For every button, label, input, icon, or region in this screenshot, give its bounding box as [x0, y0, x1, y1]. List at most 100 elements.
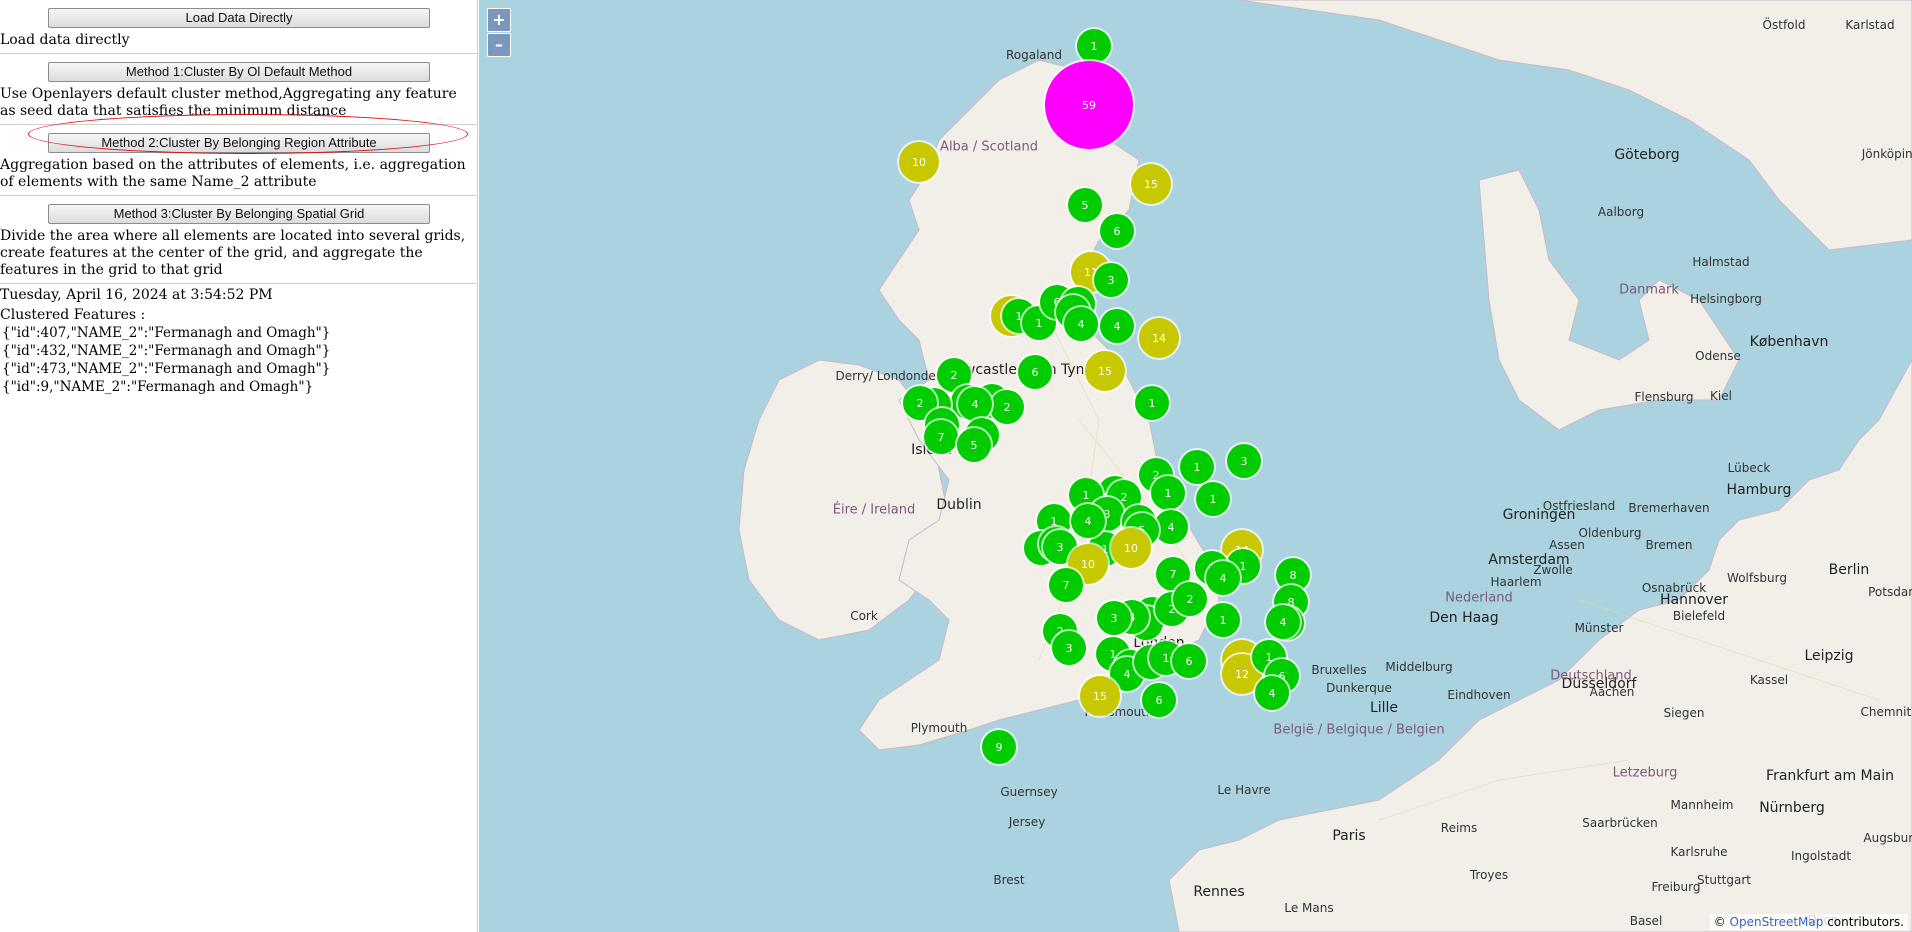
control-panel: Load Data Directly Load data directly Me…	[0, 0, 478, 932]
cluster-marker[interactable]: 6	[1170, 642, 1208, 680]
cluster-count: 1	[1220, 614, 1227, 627]
cluster-marker[interactable]: 1	[1204, 601, 1242, 639]
cluster-count: 1	[1149, 397, 1156, 410]
cluster-marker[interactable]: 2	[1171, 580, 1209, 618]
cluster-marker[interactable]: 6	[1140, 681, 1178, 719]
cluster-marker[interactable]: 7	[1047, 566, 1085, 604]
cluster-marker[interactable]: 4	[1069, 502, 1107, 540]
cluster-marker[interactable]: 15	[1083, 349, 1127, 393]
cluster-count: 10	[1124, 542, 1138, 555]
cluster-count: 9	[996, 741, 1003, 754]
map-attribution: © OpenStreetMap contributors.	[1709, 914, 1908, 930]
cluster-count: 7	[1063, 579, 1070, 592]
cluster-count: 4	[1280, 616, 1287, 629]
cluster-count: 15	[1144, 178, 1158, 191]
cluster-count: 3	[1108, 274, 1115, 287]
cluster-marker[interactable]: 3	[1050, 629, 1088, 667]
cluster-count: 7	[1170, 568, 1177, 581]
section-method-3: Method 3:Cluster By Belonging Spatial Gr…	[0, 196, 477, 284]
cluster-count: 4	[1168, 521, 1175, 534]
cluster-count: 15	[1093, 690, 1107, 703]
map-view[interactable]: + – Alba / ScotlandNewcastle upon TyneIs…	[479, 0, 1912, 932]
cluster-count: 1	[1036, 317, 1043, 330]
feature-entry: {"id":407,"NAME_2":"Fermanagh and Omagh"…	[2, 325, 331, 341]
cluster-marker[interactable]: 4	[1098, 307, 1136, 345]
cluster-marker[interactable]: 1	[1133, 384, 1171, 422]
feature-entry: {"id":473,"NAME_2":"Fermanagh and Omagh"…	[2, 361, 331, 377]
cluster-marker[interactable]: 5	[1066, 186, 1104, 224]
cluster-count: 6	[1032, 366, 1039, 379]
clustered-features-label: Clustered Features :	[0, 307, 146, 323]
cluster-marker[interactable]: 3	[1095, 599, 1133, 637]
cluster-marker[interactable]: 6	[1016, 353, 1054, 391]
method-2-button[interactable]: Method 2:Cluster By Belonging Region Att…	[48, 133, 430, 153]
cluster-marker[interactable]: 1	[1194, 480, 1232, 518]
cluster-count: 6	[1114, 225, 1121, 238]
cluster-count: 2	[1187, 593, 1194, 606]
cluster-count: 6	[1186, 655, 1193, 668]
cluster-count: 12	[1235, 668, 1249, 681]
cluster-marker[interactable]: 10	[897, 140, 941, 184]
cluster-count: 3	[1057, 541, 1064, 554]
cluster-count: 1	[1083, 489, 1090, 502]
cluster-count: 2	[951, 369, 958, 382]
attribution-suffix: contributors.	[1823, 915, 1904, 929]
method-1-description: Use Openlayers default cluster method,Ag…	[0, 86, 457, 119]
cluster-count: 4	[972, 398, 979, 411]
method-2-description: Aggregation based on the attributes of e…	[0, 157, 466, 190]
cluster-count: 4	[1114, 320, 1121, 333]
cluster-layer: 1591051561131811641446151422762372435131…	[897, 27, 1312, 766]
cluster-marker[interactable]: 3	[1225, 442, 1263, 480]
cluster-count: 1	[1194, 461, 1201, 474]
cluster-count: 2	[1004, 401, 1011, 414]
feature-entry: {"id":9,"NAME_2":"Fermanagh and Omagh"}	[2, 379, 314, 395]
cluster-count: 4	[1269, 687, 1276, 700]
cluster-marker[interactable]: 4	[1062, 305, 1100, 343]
timestamp: Tuesday, April 16, 2024 at 3:54:52 PM	[0, 287, 273, 303]
cluster-count: 6	[1156, 694, 1163, 707]
cluster-count: 1	[1165, 487, 1172, 500]
cluster-count: 15	[1098, 365, 1112, 378]
method-3-button[interactable]: Method 3:Cluster By Belonging Spatial Gr…	[48, 204, 430, 224]
cluster-marker[interactable]: 1	[1149, 474, 1187, 512]
cluster-count: 14	[1152, 332, 1166, 345]
cluster-marker[interactable]: 4	[1253, 674, 1291, 712]
cluster-count: 2	[917, 397, 924, 410]
cluster-count: 5	[971, 439, 978, 452]
cluster-marker[interactable]: 14	[1137, 316, 1181, 360]
cluster-marker[interactable]: 9	[980, 728, 1018, 766]
method-3-description: Divide the area where all elements are l…	[0, 228, 466, 278]
cluster-marker[interactable]: 4	[1264, 603, 1302, 641]
cluster-count: 1	[1210, 493, 1217, 506]
cluster-marker[interactable]: 15	[1129, 162, 1173, 206]
cluster-marker[interactable]: 10	[1109, 526, 1153, 570]
cluster-count: 3	[1066, 642, 1073, 655]
cluster-marker[interactable]: 6	[1098, 212, 1136, 250]
cluster-marker[interactable]: 59	[1043, 59, 1135, 151]
cluster-count: 5	[1082, 199, 1089, 212]
cluster-count: 10	[912, 156, 926, 169]
section-method-2: Method 2:Cluster By Belonging Region Att…	[0, 125, 477, 196]
openstreetmap-link[interactable]: OpenStreetMap	[1730, 915, 1824, 929]
cluster-count: 1	[1091, 40, 1098, 53]
cluster-count: 8	[1290, 569, 1297, 582]
cluster-count: 4	[1085, 515, 1092, 528]
cluster-count: 1	[1163, 652, 1170, 665]
cluster-count: 59	[1082, 99, 1096, 112]
cluster-count: 3	[1111, 612, 1118, 625]
section-method-1: Method 1:Cluster By Ol Default Method Us…	[0, 54, 477, 125]
cluster-marker[interactable]: 5	[955, 426, 993, 464]
load-data-button[interactable]: Load Data Directly	[48, 8, 430, 28]
copyright-symbol: ©	[1713, 915, 1726, 929]
cluster-count: 7	[938, 431, 945, 444]
cluster-marker[interactable]: 15	[1078, 674, 1122, 718]
cluster-count: 10	[1081, 558, 1095, 571]
cluster-count: 4	[1078, 318, 1085, 331]
cluster-marker[interactable]: 3	[1092, 261, 1130, 299]
cluster-marker[interactable]: 7	[922, 418, 960, 456]
cluster-marker[interactable]: 4	[1204, 559, 1242, 597]
cluster-count: 3	[1241, 455, 1248, 468]
method-1-button[interactable]: Method 1:Cluster By Ol Default Method	[48, 62, 430, 82]
section-load: Load Data Directly Load data directly	[0, 0, 477, 54]
cluster-count: 4	[1124, 668, 1131, 681]
